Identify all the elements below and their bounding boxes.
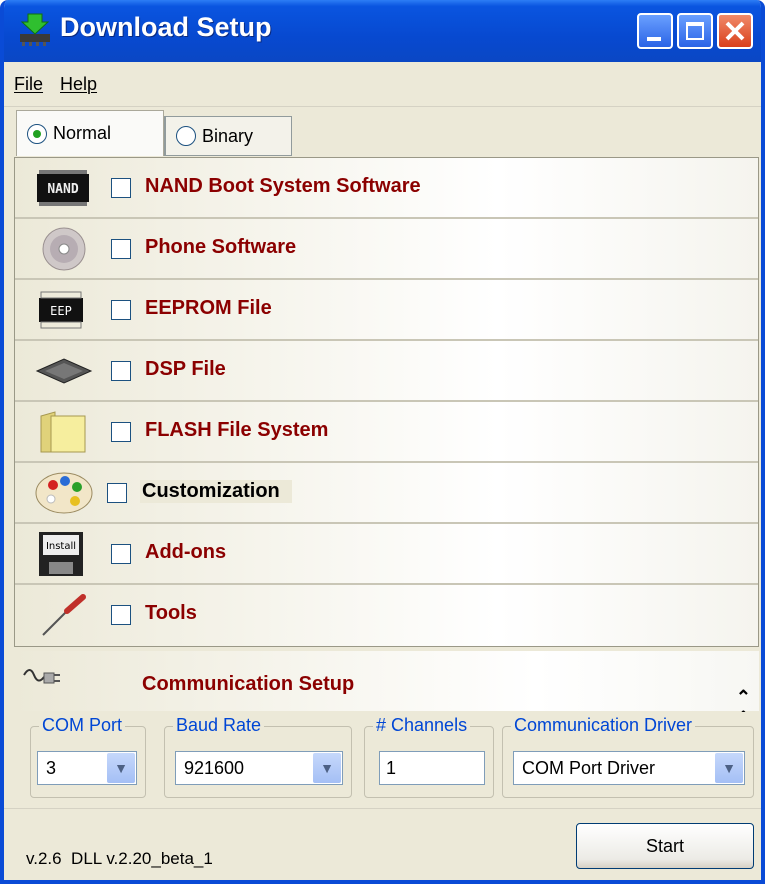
palette-icon bbox=[35, 472, 93, 514]
flash-checkbox[interactable] bbox=[111, 422, 131, 442]
download-app-icon bbox=[20, 13, 50, 46]
close-icon bbox=[725, 21, 745, 41]
customization-checkbox[interactable] bbox=[107, 483, 127, 503]
com-port-value: 3 bbox=[46, 758, 57, 778]
eeprom-label: EEPROM File bbox=[145, 297, 272, 319]
phone-software-checkbox[interactable] bbox=[111, 239, 131, 259]
svg-text:Install: Install bbox=[46, 541, 76, 552]
screwdriver-icon bbox=[42, 594, 86, 636]
communication-setup-title: Communication Setup bbox=[142, 673, 355, 695]
close-button[interactable] bbox=[717, 13, 753, 49]
chevron-down-icon[interactable]: ▼ bbox=[107, 753, 135, 783]
minimize-icon bbox=[647, 37, 661, 41]
communication-header[interactable]: Communication Setup ⌃⌃ bbox=[14, 651, 759, 728]
normal-radio[interactable] bbox=[27, 123, 47, 144]
flash-label: FLASH File System bbox=[145, 419, 329, 441]
driver-label: Communication Driver bbox=[511, 715, 696, 736]
tab-binary[interactable]: Binary bbox=[164, 116, 292, 156]
addons-label: Add-ons bbox=[145, 541, 227, 563]
list-item-tools[interactable]: Tools bbox=[15, 585, 758, 646]
minimize-button[interactable] bbox=[637, 13, 673, 49]
list-item-nand[interactable]: NAND NAND Boot System Software bbox=[15, 158, 758, 219]
dsp-label: DSP File bbox=[145, 358, 226, 380]
addons-checkbox[interactable] bbox=[111, 544, 131, 564]
processor-chip-icon bbox=[35, 358, 93, 384]
channels-group: # Channels 1 bbox=[364, 715, 494, 798]
tools-checkbox[interactable] bbox=[111, 605, 131, 625]
nand-checkbox[interactable] bbox=[111, 178, 131, 198]
list-item-eeprom[interactable]: EEP EEPROM File bbox=[15, 280, 758, 341]
phone-software-label: Phone Software bbox=[145, 236, 297, 258]
start-button[interactable]: Start bbox=[576, 823, 754, 869]
menu-file[interactable]: File bbox=[14, 74, 43, 95]
tab-normal-label: Normal bbox=[53, 123, 112, 143]
driver-group: Communication Driver COM Port Driver ▼ bbox=[502, 715, 754, 798]
driver-select[interactable]: COM Port Driver ▼ bbox=[513, 751, 745, 785]
com-port-label: COM Port bbox=[39, 715, 126, 736]
chevron-down-icon[interactable]: ▼ bbox=[313, 753, 341, 783]
baud-rate-group: Baud Rate 921600 ▼ bbox=[164, 715, 352, 798]
eeprom-chip-icon: EEP bbox=[39, 291, 83, 329]
status-bar: v.2.6 DLL v.2.20_beta_1 Start bbox=[4, 808, 761, 880]
list-item-customization[interactable]: Customization bbox=[15, 463, 758, 524]
version-text: v.2.6 DLL v.2.20_beta_1 bbox=[26, 849, 213, 868]
menu-file-label: File bbox=[14, 74, 44, 94]
menu-help-label: Help bbox=[60, 74, 98, 94]
driver-value: COM Port Driver bbox=[522, 758, 656, 778]
tab-normal[interactable]: Normal bbox=[16, 110, 164, 156]
component-list: NAND NAND Boot System Software Phone Sof… bbox=[14, 157, 759, 647]
title-bar[interactable]: Download Setup bbox=[4, 0, 761, 62]
tab-binary-label: Binary bbox=[202, 125, 254, 146]
communication-settings: COM Port 3 ▼ Baud Rate 921600 ▼ # Channe… bbox=[14, 712, 759, 804]
menu-help[interactable]: Help bbox=[60, 74, 97, 95]
nand-chip-icon: NAND bbox=[37, 170, 89, 206]
maximize-icon bbox=[686, 22, 704, 40]
binary-radio[interactable] bbox=[176, 126, 196, 146]
list-item-dsp[interactable]: DSP File bbox=[15, 341, 758, 402]
dsp-checkbox[interactable] bbox=[111, 361, 131, 381]
eeprom-checkbox[interactable] bbox=[111, 300, 131, 320]
tools-label: Tools bbox=[145, 602, 197, 624]
window-title: Download Setup bbox=[60, 12, 272, 42]
customization-label: Customization bbox=[140, 480, 292, 503]
com-port-group: COM Port 3 ▼ bbox=[30, 715, 146, 798]
menu-bar: File Help bbox=[4, 62, 761, 107]
channels-input[interactable]: 1 bbox=[379, 751, 485, 785]
list-item-flash[interactable]: FLASH File System bbox=[15, 402, 758, 463]
cd-disc-icon bbox=[42, 227, 86, 271]
baud-rate-value: 921600 bbox=[184, 758, 245, 778]
nand-label: NAND Boot System Software bbox=[145, 175, 421, 197]
svg-text:EEP: EEP bbox=[50, 304, 72, 318]
mode-tabs: Normal Binary bbox=[4, 106, 761, 158]
channels-label: # Channels bbox=[373, 715, 471, 736]
maximize-button[interactable] bbox=[677, 13, 713, 49]
baud-rate-label: Baud Rate bbox=[173, 715, 265, 736]
download-setup-window: Download Setup File Help Normal Binary N… bbox=[0, 0, 765, 884]
baud-rate-select[interactable]: 921600 ▼ bbox=[175, 751, 343, 785]
chevron-down-icon[interactable]: ▼ bbox=[715, 753, 743, 783]
list-item-addons[interactable]: Install Add-ons bbox=[15, 524, 758, 585]
plug-icon bbox=[23, 669, 60, 684]
com-port-select[interactable]: 3 ▼ bbox=[37, 751, 137, 785]
svg-text:NAND: NAND bbox=[47, 182, 78, 197]
install-disk-icon: Install bbox=[39, 532, 83, 576]
list-item-phone-software[interactable]: Phone Software bbox=[15, 219, 758, 280]
folder-icon bbox=[40, 411, 86, 453]
